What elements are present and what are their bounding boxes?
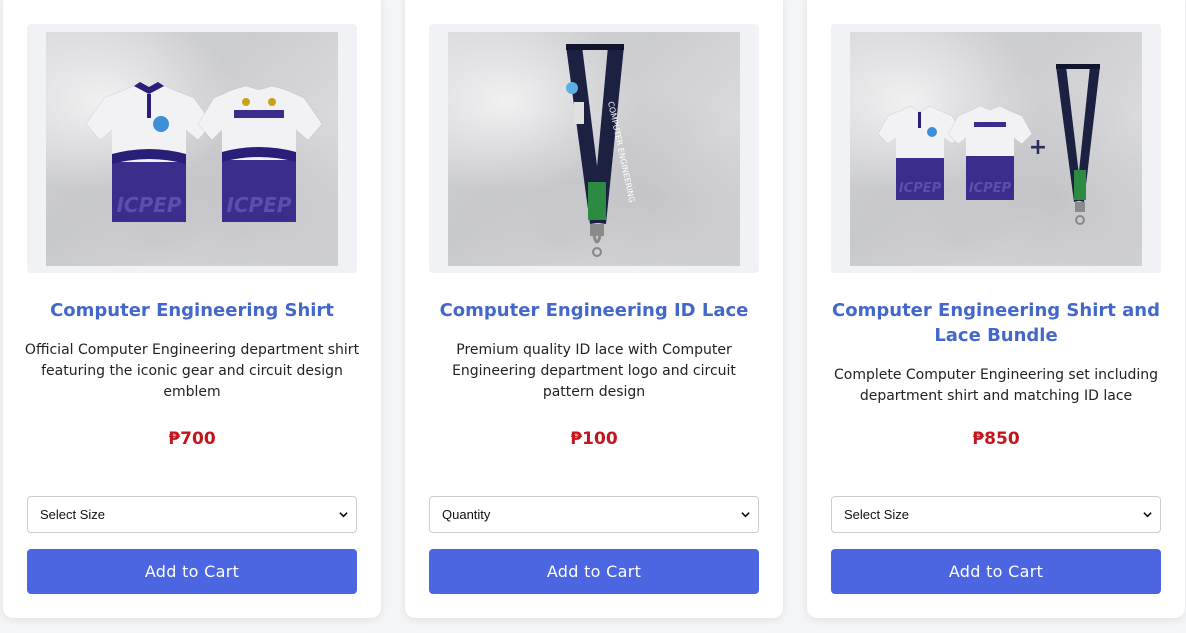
product-title[interactable]: Computer Engineering Shirt bbox=[23, 298, 361, 323]
product-image-frame: ICPEP ICPEP + bbox=[831, 24, 1161, 273]
size-select[interactable]: Select Size bbox=[27, 496, 357, 533]
svg-text:ICPEP: ICPEP bbox=[899, 181, 942, 196]
product-price: ₱850 bbox=[972, 429, 1020, 449]
product-price: ₱100 bbox=[570, 429, 618, 449]
svg-text:ICPEP: ICPEP bbox=[116, 193, 181, 217]
size-select[interactable]: Select Size bbox=[831, 496, 1161, 533]
quantity-select[interactable]: Quantity bbox=[429, 496, 759, 533]
svg-text:ICPEP: ICPEP bbox=[969, 181, 1012, 196]
product-description: Premium quality ID lace with Computer En… bbox=[452, 342, 736, 400]
polo-shirts-image[interactable]: ICPEP ICPEP bbox=[46, 32, 338, 266]
size-select-value: Select Size bbox=[40, 507, 106, 522]
product-price: ₱700 bbox=[168, 429, 216, 449]
product-description: Official Computer Engineering department… bbox=[24, 342, 360, 400]
add-to-cart-button[interactable]: Add to Cart bbox=[429, 549, 759, 594]
chevron-down-icon bbox=[339, 512, 348, 518]
add-to-cart-button[interactable]: Add to Cart bbox=[27, 549, 357, 594]
add-to-cart-button[interactable]: Add to Cart bbox=[831, 549, 1161, 594]
product-description: Complete Computer Engineering set includ… bbox=[833, 367, 1159, 404]
product-image-frame: ICPEP ICPEP bbox=[27, 24, 357, 273]
quantity-select-value: Quantity bbox=[442, 507, 491, 522]
lanyard-image[interactable]: COMPUTER ENGINEERING bbox=[448, 32, 740, 266]
product-image-frame: COMPUTER ENGINEERING bbox=[429, 24, 759, 273]
product-card-shirt: ICPEP ICPEP Computer Engineering Shirt O… bbox=[3, 0, 381, 618]
product-title[interactable]: Computer Engineering Shirt and Lace Bund… bbox=[827, 298, 1165, 348]
svg-text:ICPEP: ICPEP bbox=[226, 193, 291, 217]
product-card-bundle: ICPEP ICPEP + Computer Engineering Shirt… bbox=[807, 0, 1185, 618]
shirt-lanyard-bundle-image[interactable]: ICPEP ICPEP + bbox=[850, 32, 1142, 266]
svg-text:+: + bbox=[1029, 135, 1047, 160]
chevron-down-icon bbox=[741, 512, 750, 518]
chevron-down-icon bbox=[1143, 512, 1152, 518]
product-card-id-lace: COMPUTER ENGINEERING Computer Engineerin… bbox=[405, 0, 783, 618]
product-title[interactable]: Computer Engineering ID Lace bbox=[425, 298, 763, 323]
product-grid: ICPEP ICPEP Computer Engineering Shirt O… bbox=[0, 0, 1186, 633]
size-select-value: Select Size bbox=[844, 507, 910, 522]
